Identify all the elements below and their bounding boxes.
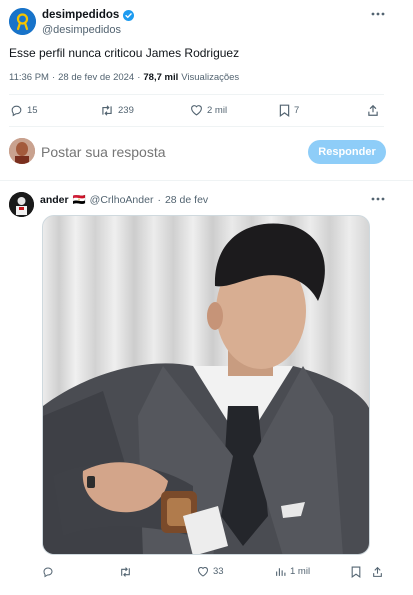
share-icon [372,566,383,578]
tweet-date[interactable]: 28 de fev de 2024 [58,72,134,83]
reply-author-avatar[interactable] [9,192,34,217]
man-in-suit-photo-icon [43,223,369,554]
reply-author-handle[interactable]: @CrlhoAnder [90,194,154,206]
tweet-time[interactable]: 11:36 PM [9,72,49,83]
reply-author-name[interactable]: ander [40,194,69,206]
heart-icon [190,104,203,116]
retweet-icon [119,566,132,578]
views-count: 78,7 mil [143,72,179,83]
reply-avatar-photo-icon [9,192,34,217]
retweet-action[interactable]: 239 [100,104,134,117]
heart-icon [197,566,209,577]
reply-action[interactable]: 15 [10,104,38,117]
tweet-meta: 11:36 PM · 28 de fev de 2024 · 78,7 mil … [9,72,240,83]
reply-photo[interactable] [42,215,370,555]
retweet-icon [100,104,114,117]
reply-reply-action[interactable] [42,566,54,578]
author-avatar[interactable] [9,8,36,35]
bookmark-icon [351,566,361,578]
desimpedidos-logo-icon [9,8,36,35]
reply-views-count: 1 mil [290,566,311,577]
reply-retweet-action[interactable] [119,566,132,578]
reply-icon [42,566,54,578]
author-name[interactable]: desimpedidos [42,9,119,21]
reply-icon [10,104,23,117]
tweet-text: Esse perfil nunca criticou James Rodrigu… [9,46,240,60]
like-count: 2 mil [207,104,228,116]
like-action[interactable]: 2 mil [190,104,227,116]
reply-count: 15 [27,105,38,116]
verified-badge-icon [123,9,135,21]
reply-more-options-icon[interactable] [371,197,385,201]
bookmark-icon [279,104,290,117]
analytics-icon [275,566,286,577]
reply-bookmark-action[interactable] [351,566,361,578]
bookmark-action[interactable]: 7 [279,104,299,117]
share-action[interactable] [367,104,379,117]
retweet-count: 239 [118,105,134,116]
flag-icon: 🇪🇬 [72,194,86,206]
reply-like-action[interactable]: 33 [197,566,224,577]
reply-like-count: 33 [213,566,224,577]
reply-input[interactable] [41,141,291,163]
share-icon [367,104,379,117]
more-options-icon[interactable] [371,12,385,16]
views-label: Visualizações [181,72,240,83]
reply-views-action[interactable]: 1 mil [275,566,310,577]
user-photo-icon [9,138,35,164]
reply-button[interactable]: Responder [308,140,386,164]
bookmark-count: 7 [294,105,300,116]
reply-share-action[interactable] [372,566,383,578]
reply-date[interactable]: 28 de fev [165,194,208,206]
user-avatar[interactable] [9,138,35,164]
author-handle[interactable]: @desimpedidos [42,24,121,36]
